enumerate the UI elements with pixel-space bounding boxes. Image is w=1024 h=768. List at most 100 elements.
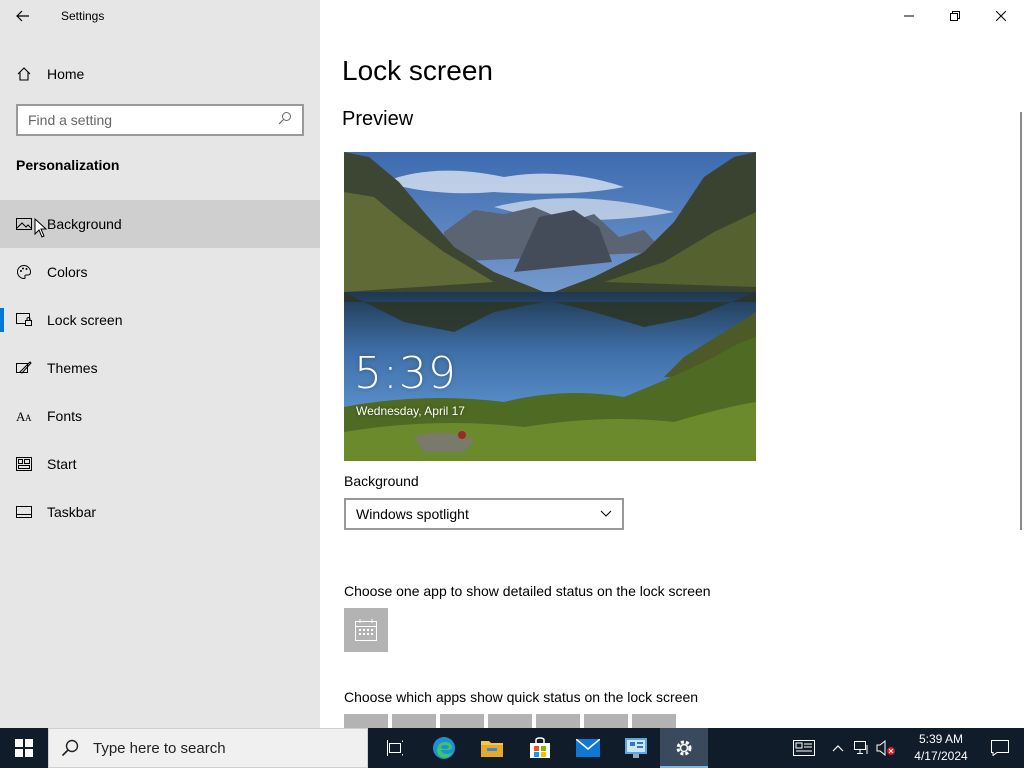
preview-heading: Preview [342,108,414,130]
file-explorer-button[interactable] [468,728,516,768]
settings-taskbar-button[interactable] [660,728,708,768]
sidebar-item-taskbar[interactable]: Taskbar [0,488,320,536]
chevron-up-icon [832,745,844,752]
calendar-icon [355,619,377,641]
mouse-pointer-icon [34,218,48,238]
mail-icon [576,739,600,757]
sidebar: Settings Home Find a setting Personaliza… [0,0,320,728]
sidebar-item-label: Start [47,456,77,472]
page-title: Lock screen [342,55,493,86]
task-view-icon [387,740,403,756]
preview-date: Wednesday, April 17 [356,404,465,418]
volume-muted-icon [876,740,895,756]
preview-time: 5:39 [354,348,457,399]
quick-status-app-button[interactable] [536,714,580,728]
background-dropdown[interactable]: Windows spotlight [344,498,624,530]
window-controls [886,0,1024,32]
sidebar-item-start[interactable]: Start [0,440,320,488]
windows-logo-icon [15,739,33,757]
sidebar-item-label: Fonts [47,408,83,424]
quick-status-label: Choose which apps show quick status on t… [344,689,699,705]
sidebar-item-fonts[interactable]: AA Fonts [0,392,320,440]
sidebar-item-background[interactable]: Background [0,200,320,248]
taskbar-icon [16,504,32,520]
back-arrow-icon [16,10,29,22]
personalization-nav: Background Colors Lock screen Themes A A… [0,200,320,536]
network-button[interactable] [850,728,874,768]
start-button[interactable] [0,728,48,768]
control-panel-icon [625,738,647,758]
notification-icon [991,740,1009,756]
start-icon [16,456,32,472]
sidebar-item-lock-screen[interactable]: Lock screen [0,296,320,344]
detailed-status-label: Choose one app to show detailed status o… [344,583,711,599]
back-button[interactable] [0,0,46,32]
svg-text:A: A [25,413,32,423]
taskbar: Type here to search 5:39 AM 4/17/2024 [0,728,1024,768]
search-icon [278,111,292,130]
store-icon [530,737,550,758]
clock-date: 4/17/2024 [914,749,968,763]
sidebar-item-label: Themes [47,360,98,376]
lock-screen-icon [16,312,32,328]
chevron-down-icon [600,510,612,517]
section-title: Personalization [16,157,120,173]
clock-time: 5:39 AM [918,732,964,746]
themes-icon [16,360,32,376]
system-tray: 5:39 AM 4/17/2024 [782,728,1024,768]
fonts-icon: AA [16,408,32,424]
minimize-icon [904,15,914,17]
edge-icon [433,737,455,759]
detailed-status-app-button[interactable] [344,608,388,652]
task-view-button[interactable] [372,728,420,768]
quick-status-app-button[interactable] [632,714,676,728]
taskbar-search-box[interactable]: Type here to search [48,728,368,768]
palette-icon [16,264,32,280]
control-panel-button[interactable] [612,728,660,768]
quick-status-app-button[interactable] [440,714,484,728]
edge-button[interactable] [420,728,468,768]
network-icon [854,741,868,754]
settings-window: Settings Home Find a setting Personaliza… [0,0,1024,728]
sidebar-item-colors[interactable]: Colors [0,248,320,296]
sidebar-item-themes[interactable]: Themes [0,344,320,392]
minimize-button[interactable] [886,0,932,32]
home-icon [16,66,32,82]
notifications-button[interactable] [976,728,1024,768]
title-bar: Settings [0,0,320,32]
store-button[interactable] [516,728,564,768]
news-button[interactable] [782,728,826,768]
taskbar-clock[interactable]: 5:39 AM 4/17/2024 [906,731,976,765]
setting-search-box[interactable]: Find a setting [16,104,304,136]
sidebar-item-label: Taskbar [47,504,97,520]
background-label: Background [344,473,419,489]
picture-icon [16,216,32,232]
restore-icon [950,11,960,21]
sidebar-item-label: Lock screen [47,312,123,328]
app-title: Settings [61,9,105,23]
settings-icon [676,740,692,756]
file-explorer-icon [481,741,503,757]
main-content: Lock screen Preview 5:39 Wednesday, Apri… [320,0,1024,728]
scrollbar[interactable] [1020,112,1022,530]
mail-button[interactable] [564,728,612,768]
show-hidden-icons-button[interactable] [826,728,850,768]
quick-status-app-button[interactable] [344,714,388,728]
lock-screen-preview-image: 5:39 Wednesday, April 17 [344,152,756,461]
quick-status-apps [344,714,676,728]
news-icon [793,740,815,756]
quick-status-app-button[interactable] [584,714,628,728]
setting-search-input[interactable]: Find a setting [28,112,278,128]
close-icon [996,11,1006,21]
search-icon [61,739,79,757]
quick-status-app-button[interactable] [392,714,436,728]
sidebar-item-label: Background [47,216,122,232]
restore-button[interactable] [932,0,978,32]
sidebar-item-home[interactable]: Home [0,56,320,92]
taskbar-search-input[interactable]: Type here to search [93,740,226,757]
close-button[interactable] [978,0,1024,32]
volume-button[interactable] [874,728,898,768]
home-label: Home [47,66,85,82]
sidebar-item-label: Colors [47,264,88,280]
quick-status-app-button[interactable] [488,714,532,728]
